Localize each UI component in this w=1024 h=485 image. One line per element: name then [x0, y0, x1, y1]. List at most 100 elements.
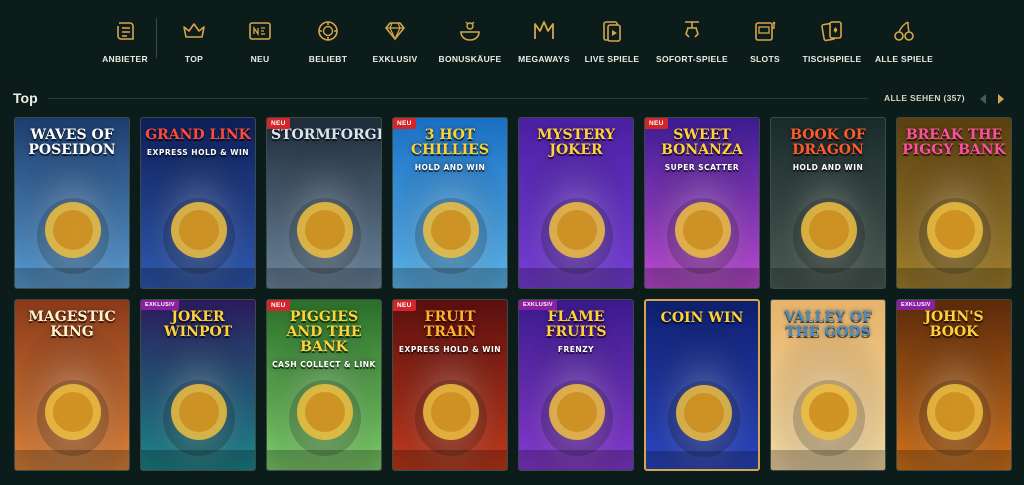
game-subtitle: HOLD AND WIN — [792, 163, 864, 172]
nav-item-tischspiele[interactable]: TISCHSPIELE — [793, 14, 871, 64]
game-badge: EXKLUSIV — [897, 300, 935, 310]
game-tile[interactable]: PIGGIES AND THE BANK CASH COLLECT & LINK N… — [266, 299, 382, 471]
game-title-text: BREAK THE PIGGY BANK — [902, 127, 1006, 158]
game-tile[interactable]: VALLEY OF THE GODS — [770, 299, 886, 471]
game-badge: NEU — [645, 118, 668, 129]
nav-item-live-spiele[interactable]: LIVE SPIELE — [577, 14, 647, 64]
nav-item-anbieter[interactable]: ANBIETER — [100, 14, 150, 64]
game-title: WAVES OF POSEIDON — [19, 128, 125, 158]
game-title-text: GRAND LINK — [145, 127, 251, 143]
game-title: GRAND LINK EXPRESS HOLD & WIN — [145, 128, 251, 160]
game-badge: NEU — [267, 118, 290, 129]
nav-item-neu[interactable]: NEU — [225, 14, 295, 64]
game-tile[interactable]: 3 HOT CHILLIES HOLD AND WIN NEU — [392, 117, 508, 289]
nav-item-alle-spiele[interactable]: ALLE SPIELE — [871, 14, 937, 64]
nav-item-label: BONUSKÄUFE — [438, 54, 502, 64]
nav-item-exklusiv[interactable]: EXKLUSIV — [361, 14, 429, 64]
see-all-link[interactable]: ALLE SEHEN (357) — [884, 93, 965, 103]
nav-separator — [156, 18, 157, 58]
game-title: 3 HOT CHILLIES HOLD AND WIN — [397, 128, 503, 175]
game-subtitle: EXPRESS HOLD & WIN — [146, 148, 250, 157]
game-title: VALLEY OF THE GODS — [775, 310, 881, 340]
game-badge: EXKLUSIV — [141, 300, 179, 310]
game-tile[interactable]: COIN WIN — [644, 299, 760, 471]
game-tile[interactable]: FLAME FRUITS FRENZY EXKLUSIV — [518, 299, 634, 471]
game-title: COIN WIN — [650, 311, 754, 326]
cherries-icon — [891, 18, 917, 44]
game-tile[interactable]: STORMFORGEDNEU — [266, 117, 382, 289]
nav-item-label: MEGAWAYS — [518, 54, 570, 64]
chevron-left-icon — [980, 94, 986, 104]
game-subtitle: SUPER SCATTER — [664, 163, 740, 172]
game-title-text: WAVES OF POSEIDON — [28, 127, 116, 158]
megaways-icon — [531, 18, 557, 44]
game-title-text: 3 HOT CHILLIES — [411, 127, 489, 158]
game-grid: WAVES OF POSEIDON GRAND LINK EXPRESS HOLD… — [14, 117, 1012, 471]
game-title: JOKER WINPOT — [145, 310, 251, 340]
game-tile[interactable]: JOKER WINPOT EXKLUSIV — [140, 299, 256, 471]
game-tile[interactable]: MAGESTIC KING — [14, 299, 130, 471]
game-badge: NEU — [267, 300, 290, 311]
nav-item-sofort-spiele[interactable]: SOFORT-SPIELE — [647, 14, 737, 64]
game-title: FRUIT TRAIN EXPRESS HOLD & WIN — [397, 310, 503, 357]
game-artwork — [267, 118, 381, 288]
slot-machine-icon — [752, 18, 778, 44]
nav-item-bonuskäufe[interactable]: BONUSKÄUFE — [429, 14, 511, 64]
game-badge: NEU — [393, 118, 416, 129]
new-badge-icon — [247, 18, 273, 44]
nav-item-beliebt[interactable]: BELIEBT — [295, 14, 361, 64]
game-title: JOHN'S BOOK — [901, 310, 1007, 340]
game-title-text: JOKER WINPOT — [163, 309, 233, 340]
game-title-text: COIN WIN — [660, 310, 744, 326]
game-tile[interactable]: BOOK OF DRAGON HOLD AND WIN — [770, 117, 886, 289]
game-tile[interactable]: SWEET BONANZA SUPER SCATTER NEU — [644, 117, 760, 289]
game-tile[interactable]: BREAK THE PIGGY BANK — [896, 117, 1012, 289]
game-artwork — [646, 301, 758, 469]
nav-item-label: ANBIETER — [102, 54, 148, 64]
game-badge: NEU — [393, 300, 416, 311]
nav-item-label: EXKLUSIV — [372, 54, 418, 64]
section-title: Top — [13, 90, 38, 106]
next-arrow-button[interactable] — [995, 92, 1007, 104]
claw-icon — [679, 18, 705, 44]
nav-item-top[interactable]: TOP — [163, 14, 225, 64]
live-card-icon — [599, 18, 625, 44]
game-subtitle: HOLD AND WIN — [414, 163, 486, 172]
game-title-text: STORMFORGED — [271, 127, 381, 143]
game-title: BOOK OF DRAGON HOLD AND WIN — [775, 128, 881, 175]
prev-arrow-button[interactable] — [977, 92, 989, 104]
game-tile[interactable]: MYSTERY JOKER — [518, 117, 634, 289]
game-tile[interactable]: GRAND LINK EXPRESS HOLD & WIN — [140, 117, 256, 289]
category-nav: ANBIETER TOP NEU BELIEBT EXKLUSIV BONUSKÄUFE M… — [100, 14, 937, 74]
game-tile[interactable]: WAVES OF POSEIDON — [14, 117, 130, 289]
diamond-icon — [382, 18, 408, 44]
game-subtitle: FRENZY — [557, 345, 595, 354]
game-title: STORMFORGED — [271, 128, 381, 143]
nav-item-slots[interactable]: SLOTS — [737, 14, 793, 64]
game-subtitle: CASH COLLECT & LINK — [272, 360, 376, 369]
game-title-text: BOOK OF DRAGON — [790, 127, 866, 158]
gift-icon — [457, 18, 483, 44]
game-title-text: FRUIT TRAIN — [423, 309, 477, 340]
nav-item-label: NEU — [250, 54, 270, 64]
game-tile[interactable]: JOHN'S BOOK EXKLUSIV — [896, 299, 1012, 471]
game-title-text: VALLEY OF THE GODS — [784, 309, 872, 340]
game-subtitle: EXPRESS HOLD & WIN — [398, 345, 502, 354]
game-tile[interactable]: FRUIT TRAIN EXPRESS HOLD & WIN NEU — [392, 299, 508, 471]
nav-item-label: SLOTS — [750, 54, 780, 64]
nav-item-megaways[interactable]: MEGAWAYS — [511, 14, 577, 64]
chip-icon — [315, 18, 341, 44]
game-title: FLAME FRUITS FRENZY — [523, 310, 629, 357]
nav-item-label: TOP — [184, 54, 204, 64]
game-title: BREAK THE PIGGY BANK — [901, 128, 1007, 158]
game-title-text: SWEET BONANZA — [661, 127, 743, 158]
game-title: PIGGIES AND THE BANK CASH COLLECT & LINK — [271, 310, 377, 372]
cards-icon — [819, 18, 845, 44]
scroll-icon — [112, 18, 138, 44]
nav-item-label: LIVE SPIELE — [584, 54, 640, 64]
nav-item-label: TISCHSPIELE — [802, 54, 862, 64]
game-title-text: MAGESTIC KING — [28, 309, 116, 340]
nav-item-label: ALLE SPIELE — [874, 54, 934, 64]
game-title-text: PIGGIES AND THE BANK — [286, 309, 362, 355]
chevron-right-icon — [998, 94, 1004, 104]
